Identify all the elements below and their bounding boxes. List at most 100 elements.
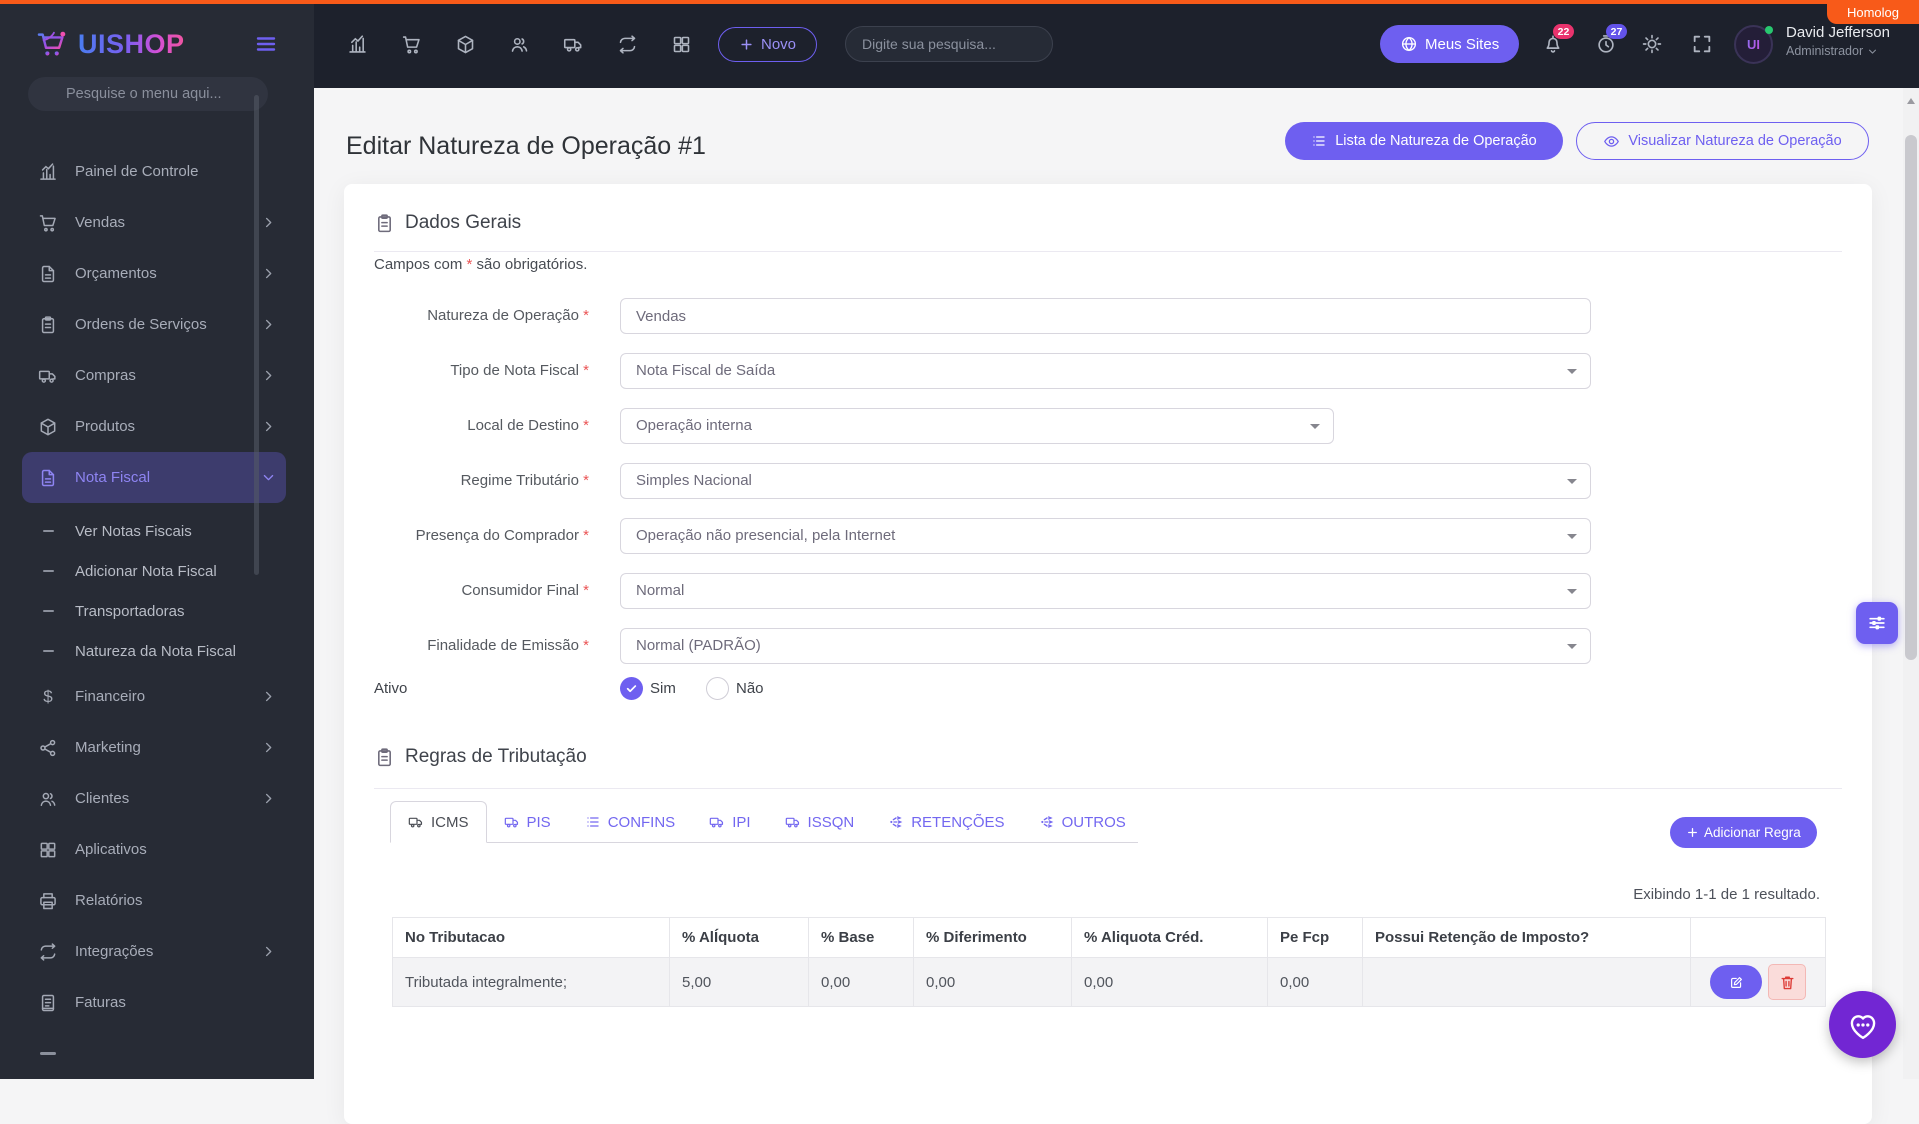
page-title: Editar Natureza de Operação #1 xyxy=(346,132,706,160)
trash-icon xyxy=(1779,974,1796,991)
sidebar-item-compras[interactable]: Compras xyxy=(22,350,286,401)
tab-outros[interactable]: OUTROS xyxy=(1022,801,1143,843)
sidebar-item-financeiro[interactable]: $ Financeiro xyxy=(22,671,286,722)
tipo-de-nota-fiscal-select[interactable]: Nota Fiscal de Saída xyxy=(620,353,1591,389)
ativo-nao-radio[interactable] xyxy=(706,677,729,700)
field-label-ativo: Ativo xyxy=(374,680,408,697)
col-aliquota-cred: % Aliquota Créd. xyxy=(1071,917,1268,958)
sidebar-item-orcamentos[interactable]: Orçamentos xyxy=(22,248,286,299)
col-pe-fcp: Pe Fcp xyxy=(1267,917,1363,958)
chevron-right-icon xyxy=(261,266,276,281)
environment-strip xyxy=(0,0,1919,4)
scrollbar-thumb[interactable] xyxy=(1905,135,1917,660)
list-natureza-button[interactable]: Lista de Natureza de Operação xyxy=(1285,122,1563,160)
sidebar-item-partial[interactable] xyxy=(22,1028,286,1079)
truck-icon[interactable] xyxy=(563,34,584,55)
natureza-de-operacao-input[interactable] xyxy=(620,298,1591,334)
fullscreen-icon[interactable] xyxy=(1691,33,1713,55)
cell-no-tributacao: Tributada integralmente; xyxy=(392,957,670,1007)
repeat-icon[interactable] xyxy=(617,34,638,55)
theme-toggle-sun-icon[interactable] xyxy=(1641,33,1663,55)
chart-icon xyxy=(38,162,58,182)
menu-search-input[interactable] xyxy=(28,77,268,111)
user-name: David Jefferson xyxy=(1786,24,1890,41)
sidebar-item-clientes[interactable]: Clientes xyxy=(22,773,286,824)
sidebar-item-faturas[interactable]: Faturas xyxy=(22,977,286,1028)
edit-icon xyxy=(1729,975,1744,990)
tab-pis[interactable]: PIS xyxy=(487,801,568,843)
notifications-button[interactable]: 22 xyxy=(1542,0,1574,88)
chevron-right-icon xyxy=(261,215,276,230)
tab-icms[interactable]: ICMS xyxy=(390,801,487,843)
sidebar-item-relatorios[interactable]: Relatórios xyxy=(22,875,286,926)
sidebar-subitem-natureza-da-nota-fiscal[interactable]: Natureza da Nota Fiscal xyxy=(22,631,286,671)
new-button[interactable]: Novo xyxy=(718,26,818,62)
globe-icon xyxy=(1400,35,1418,53)
consumidor-final-select[interactable]: Normal xyxy=(620,573,1591,609)
sidebar-subitem-adicionar-nota-fiscal[interactable]: Adicionar Nota Fiscal xyxy=(22,551,286,591)
sidebar-item-ordens-de-servicos[interactable]: Ordens de Serviços xyxy=(22,299,286,350)
plus-icon xyxy=(1686,826,1699,839)
brand-cart-icon xyxy=(36,29,70,59)
finalidade-de-emissao-select[interactable]: Normal (PADRÃO) xyxy=(620,628,1591,664)
sidebar-menu: Painel de Controle Vendas Orçamentos Ord… xyxy=(0,146,314,1079)
delete-rule-button[interactable] xyxy=(1768,964,1806,1000)
brand-logo[interactable]: UISHOP xyxy=(0,0,314,88)
tab-confins[interactable]: CONFINS xyxy=(568,801,693,843)
tab-retencoes[interactable]: RETENÇÕES xyxy=(871,801,1021,843)
sidebar-item-nota-fiscal[interactable]: Nota Fiscal xyxy=(22,452,286,503)
col-no-tributacao: No Tributacao xyxy=(392,917,670,958)
cell-aliquota: 5,00 xyxy=(669,957,809,1007)
col-aliquota: % AlÍquota xyxy=(669,917,809,958)
sidebar-item-painel-de-controle[interactable]: Painel de Controle xyxy=(22,146,286,197)
sidebar-item-vendas[interactable]: Vendas xyxy=(22,197,286,248)
clipboard-list-icon xyxy=(374,747,395,768)
my-sites-label: Meus Sites xyxy=(1425,35,1500,53)
global-search-input[interactable] xyxy=(845,26,1054,62)
col-base: % Base xyxy=(808,917,914,958)
main-content: Editar Natureza de Operação #1 Lista de … xyxy=(314,88,1903,1124)
cart-icon[interactable] xyxy=(401,34,422,55)
tab-issqn[interactable]: ISSQN xyxy=(768,801,872,843)
notifications-count-badge: 22 xyxy=(1553,24,1574,39)
sidebar-item-marketing[interactable]: Marketing xyxy=(22,722,286,773)
sidebar-scrollbar-thumb[interactable] xyxy=(254,95,259,575)
sidebar-item-integracoes[interactable]: Integrações xyxy=(22,926,286,977)
tab-ipi[interactable]: IPI xyxy=(692,801,767,843)
truck-icon xyxy=(709,814,725,830)
field-label-finalidade-de-emissao: Finalidade de Emissão * xyxy=(427,637,589,654)
sidebar-item-aplicativos[interactable]: Aplicativos xyxy=(22,824,286,875)
view-natureza-button[interactable]: Visualizar Natureza de Operação xyxy=(1576,122,1869,160)
chevron-right-icon xyxy=(261,791,276,806)
chat-button[interactable] xyxy=(1829,991,1896,1058)
list-icon xyxy=(585,814,601,830)
navbar-shortcuts xyxy=(314,34,692,55)
sidebar-item-produtos[interactable]: Produtos xyxy=(22,401,286,452)
required-fields-note: Campos com * são obrigatórios. xyxy=(374,256,588,273)
presenca-do-comprador-select[interactable]: Operação não presencial, pela Internet xyxy=(620,518,1591,554)
ed it-rule-button[interactable] xyxy=(1710,965,1762,999)
cell-diferimento: 0,00 xyxy=(913,957,1072,1007)
grid-icon[interactable] xyxy=(671,34,692,55)
tax-rules-table: No Tributacao % AlÍquota % Base % Diferi… xyxy=(392,917,1826,1007)
top-navbar: Novo Meus Sites 22 27 UI David Jefferson… xyxy=(314,0,1919,88)
user-avatar[interactable]: UI xyxy=(1734,25,1773,64)
box-icon[interactable] xyxy=(455,34,476,55)
local-de-destino-select[interactable]: Operação interna xyxy=(620,408,1334,444)
analytics-icon[interactable] xyxy=(347,34,368,55)
page-scrollbar[interactable] xyxy=(1903,88,1919,1079)
filetext-icon xyxy=(38,993,58,1013)
add-rule-button[interactable]: Adicionar Regra xyxy=(1670,817,1817,848)
users-icon[interactable] xyxy=(509,34,530,55)
ativo-sim-radio[interactable] xyxy=(620,677,643,700)
scrollbar-up-arrow[interactable] xyxy=(1907,94,1915,104)
grid-icon xyxy=(38,840,58,860)
timer-button[interactable]: 27 xyxy=(1595,0,1627,88)
sidebar-subitem-transportadoras[interactable]: Transportadoras xyxy=(22,591,286,631)
user-menu[interactable]: David Jefferson Administrador xyxy=(1786,24,1890,58)
regime-tributario-select[interactable]: Simples Nacional xyxy=(620,463,1591,499)
customizer-toggle-button[interactable] xyxy=(1856,602,1898,644)
menu-toggle-icon[interactable] xyxy=(251,32,281,56)
my-sites-button[interactable]: Meus Sites xyxy=(1380,25,1520,63)
sidebar-subitem-ver-notas-fiscais[interactable]: Ver Notas Fiscais xyxy=(22,511,286,551)
